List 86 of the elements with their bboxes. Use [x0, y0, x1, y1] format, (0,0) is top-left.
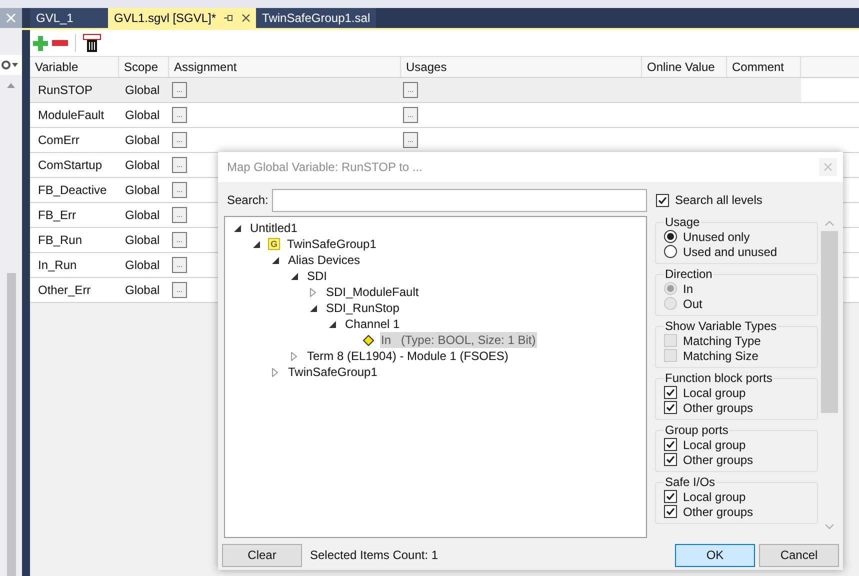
column-header[interactable]: Online Value — [642, 57, 727, 77]
expanded-arrow-icon[interactable] — [291, 272, 298, 280]
tree-item[interactable]: Alias Devices — [287, 252, 362, 268]
group-title: Direction — [664, 268, 714, 281]
group-title: Show Variable Types — [664, 320, 778, 333]
close-icon[interactable] — [242, 14, 250, 22]
ok-button[interactable]: OK — [675, 544, 755, 566]
table-cell-text: In_Run — [37, 257, 78, 274]
group-title: Safe I/Os — [664, 476, 716, 489]
checkbox[interactable] — [664, 386, 677, 399]
tree-item[interactable]: Untitled1 — [249, 220, 298, 236]
checkbox[interactable] — [664, 453, 677, 466]
expanded-arrow-icon[interactable] — [253, 240, 260, 248]
status-text: Selected Items Count: 1 — [310, 547, 438, 564]
collapsed-arrow-icon[interactable] — [272, 368, 278, 376]
column-header[interactable]: Comment — [727, 57, 801, 77]
tree-item[interactable]: Channel 1 — [344, 316, 401, 332]
table-cell-text: FB_Err — [37, 207, 78, 224]
option-label[interactable]: Local group — [683, 384, 746, 402]
table-cell-text: ComErr — [37, 132, 80, 149]
radio-button[interactable] — [664, 245, 677, 258]
checkbox[interactable] — [664, 505, 677, 518]
collapsed-arrow-icon[interactable] — [291, 352, 297, 360]
tree-item[interactable]: SDI — [306, 268, 328, 284]
table-cell-text: Other_Err — [37, 282, 92, 299]
table-cell-text: Global — [124, 207, 161, 224]
column-header[interactable]: Assignment — [169, 57, 401, 77]
scrollbar-thumb[interactable] — [821, 231, 838, 413]
delete-all-icon[interactable] — [83, 34, 101, 52]
dialog-title: Map Global Variable: RunSTOP to ... — [227, 159, 422, 176]
checkbox[interactable] — [664, 490, 677, 503]
search-label: Search: — [226, 192, 268, 209]
cancel-button[interactable]: Cancel — [759, 544, 839, 566]
table-cell-text: FB_Run — [37, 232, 84, 249]
table-cell-text: ComStartup — [37, 157, 104, 174]
column-header[interactable]: Variable — [30, 57, 119, 77]
tree-item[interactable]: In (Type: BOOL, Size: 1 Bit) — [380, 332, 537, 348]
group-title: Usage — [664, 216, 701, 229]
expanded-arrow-icon[interactable] — [272, 256, 279, 264]
tree-item[interactable]: TwinSafeGroup1 — [286, 236, 378, 252]
tree-item[interactable]: TwinSafeGroup1 — [287, 364, 378, 380]
document-tab[interactable]: TwinSafeGroup1.sal — [256, 8, 376, 28]
option-label[interactable]: Other groups — [683, 502, 754, 520]
scrollbar-thumb[interactable] — [6, 273, 16, 576]
column-header[interactable]: Usages — [401, 57, 642, 77]
checkbox-label[interactable]: Search all levels — [675, 191, 762, 209]
caret-icon[interactable] — [12, 63, 18, 67]
document-tab[interactable]: GVL_1 — [30, 8, 108, 28]
table-cell-text: FB_Deactive — [37, 182, 108, 199]
document-tab[interactable]: GVL1.sgvl [SGVL]* — [108, 8, 256, 28]
table-cell-text: Global — [124, 257, 161, 274]
group-icon: G — [268, 238, 280, 250]
expanded-arrow-icon[interactable] — [234, 224, 241, 232]
group-title: Function block ports — [664, 372, 774, 385]
search-field[interactable] — [272, 188, 647, 212]
clear-button[interactable]: Clear — [222, 544, 302, 566]
checkbox[interactable] — [656, 194, 669, 206]
radio-button[interactable] — [664, 230, 677, 243]
option-label[interactable]: Local group — [683, 488, 746, 506]
expanded-arrow-icon[interactable] — [310, 304, 317, 312]
tree-item[interactable]: SDI_ModuleFault — [325, 284, 420, 300]
table-cell-text: RunSTOP — [37, 82, 94, 99]
pin-icon[interactable] — [224, 14, 234, 22]
option-label[interactable]: Local group — [683, 436, 746, 454]
table-cell-text: Global — [124, 282, 161, 299]
tree-item[interactable]: SDI_RunStop — [325, 300, 400, 316]
option-label[interactable]: Used and unused — [683, 242, 778, 260]
option-label[interactable]: Other groups — [683, 450, 754, 468]
column-header[interactable]: Scope — [119, 57, 169, 77]
option-label[interactable]: Other groups — [683, 398, 754, 416]
collapsed-arrow-icon[interactable] — [310, 288, 316, 296]
table-cell-text: Global — [124, 157, 161, 174]
table-cell-text: Global — [124, 232, 161, 249]
table-cell-text: Global — [124, 132, 161, 149]
tree-item[interactable]: Term 8 (EL1904) - Module 1 (FSOES) — [306, 348, 510, 364]
table-cell-text: Global — [124, 182, 161, 199]
add-icon[interactable] — [33, 36, 48, 50]
table-cell-text: ModuleFault — [37, 107, 106, 124]
diamond-icon — [363, 334, 374, 346]
table-cell-text: Global — [124, 107, 161, 124]
option-label[interactable]: Unused only — [683, 228, 750, 246]
expanded-arrow-icon[interactable] — [329, 320, 336, 328]
checkbox[interactable] — [664, 438, 677, 451]
group-title: Group ports — [664, 424, 730, 437]
table-cell-text: Global — [124, 82, 161, 99]
checkbox[interactable] — [664, 401, 677, 414]
